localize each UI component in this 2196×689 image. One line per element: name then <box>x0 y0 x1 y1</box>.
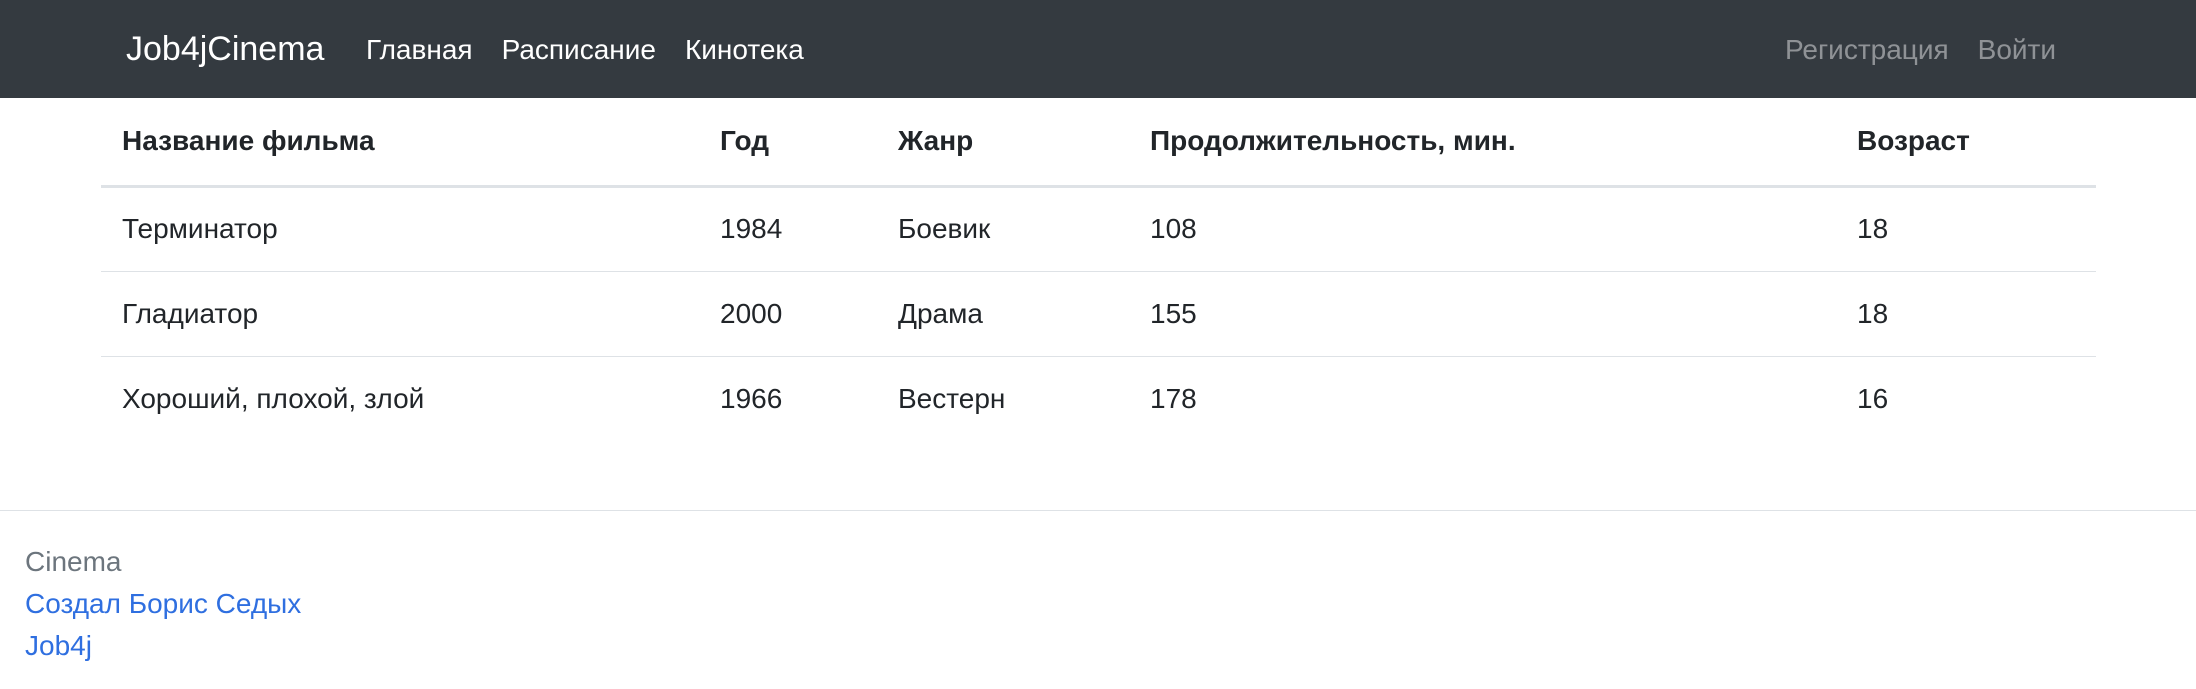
cell-film-title: Гладиатор <box>101 271 699 357</box>
cell-year: 1966 <box>720 382 783 414</box>
nav-link-schedule[interactable]: Расписание <box>502 32 656 68</box>
brand-link[interactable]: Job4jCinema <box>126 26 324 72</box>
cell-genre: Драма <box>877 271 1129 357</box>
cell-duration: 108 <box>1129 186 1836 272</box>
cell-duration: 178 <box>1150 382 1197 414</box>
table-header-row: Название фильма Год Жанр Продолжительнос… <box>101 98 2096 188</box>
cell-genre: Боевик <box>877 186 1129 272</box>
table-row: Хороший, плохой, злой 1966 Вестерн 178 1… <box>101 356 2096 441</box>
register-link[interactable]: Регистрация <box>1785 32 1949 68</box>
table-row: Гладиатор 2000 Драма 155 18 <box>101 271 2096 357</box>
header-duration: Продолжительность, мин. <box>1129 98 1836 188</box>
header-film-title: Название фильма <box>101 98 699 188</box>
nav-link-home[interactable]: Главная <box>366 32 473 68</box>
cell-genre: Вестерн <box>898 382 1006 414</box>
nav-link-film-library[interactable]: Кинотека <box>685 32 804 68</box>
cell-age: 16 <box>1857 382 1889 414</box>
top-navbar: Job4jCinema Главная Расписание Кинотека … <box>0 0 2196 98</box>
header-year: Год <box>699 98 877 188</box>
table-row: Терминатор 1984 Боевик 108 18 <box>101 186 2096 272</box>
auth-nav: Регистрация Войти <box>1756 32 2056 68</box>
header-age: Возраст <box>1836 98 2096 188</box>
page-footer: Cinema Создал Борис Седых Job4j <box>0 510 2196 689</box>
footer-author-link[interactable]: Создал Борис Седых <box>25 586 301 622</box>
cell-age: 18 <box>1836 271 2096 357</box>
footer-site-name: Cinema <box>25 546 122 577</box>
cell-film-title: Терминатор <box>101 186 699 272</box>
footer-job4j-link[interactable]: Job4j <box>25 628 92 664</box>
header-genre: Жанр <box>877 98 1129 188</box>
films-table: Название фильма Год Жанр Продолжительнос… <box>101 98 2096 441</box>
login-link[interactable]: Войти <box>1978 32 2056 68</box>
cell-age: 18 <box>1836 186 2096 272</box>
cell-year: 2000 <box>699 271 877 357</box>
films-table-container: Название фильма Год Жанр Продолжительнос… <box>101 98 2096 441</box>
main-nav: Главная Расписание Кинотека <box>366 32 833 68</box>
cell-duration: 155 <box>1129 271 1836 357</box>
cell-film-title: Хороший, плохой, злой <box>122 382 425 414</box>
cell-year: 1984 <box>699 186 877 272</box>
